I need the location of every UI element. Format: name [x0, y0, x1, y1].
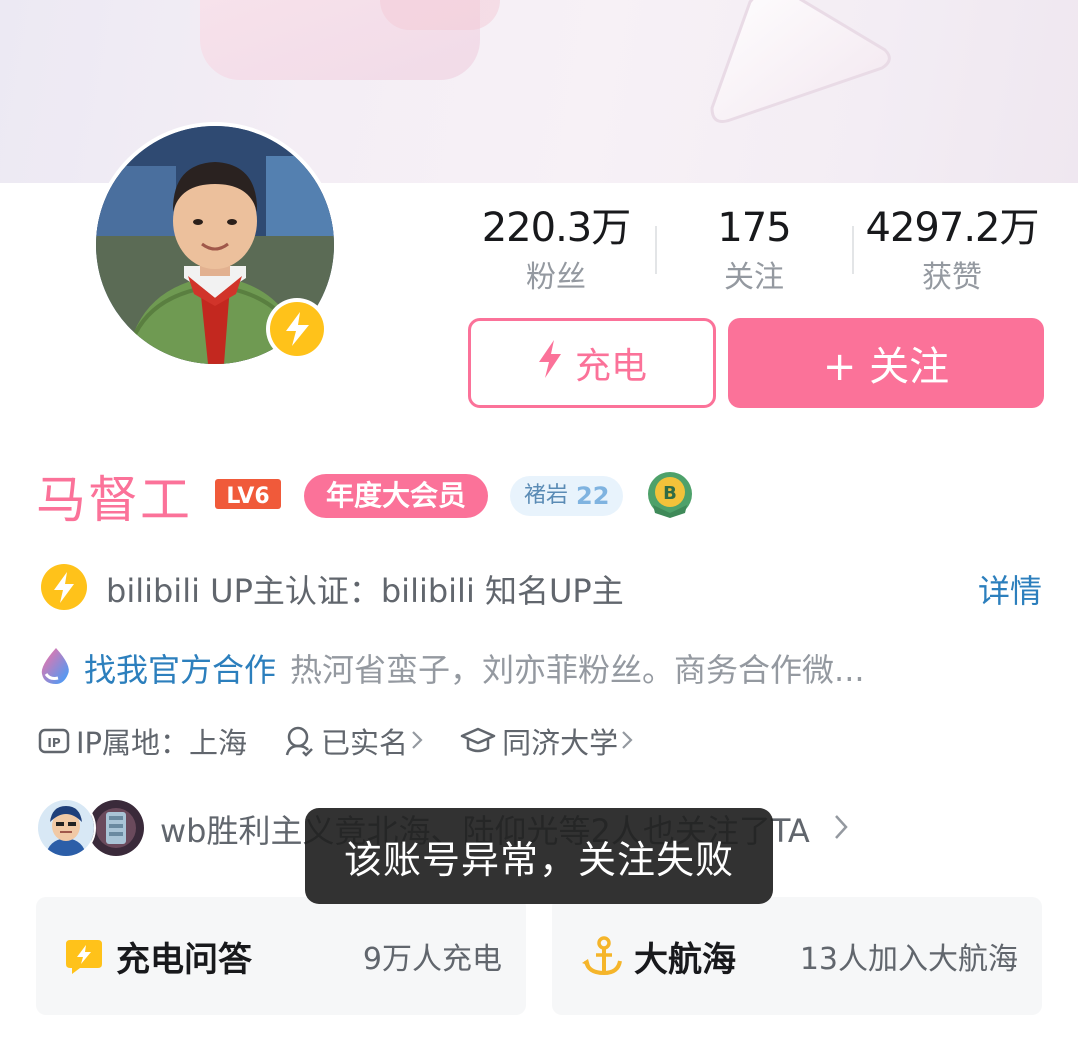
fan-medal[interactable]: 褚岩 22	[510, 476, 624, 516]
ip-icon: IP	[38, 727, 70, 755]
verification-text: bilibili UP主认证：bilibili 知名UP主	[106, 572, 624, 610]
up-verified-badge	[266, 298, 328, 360]
school-cap-icon	[460, 726, 496, 756]
bio-text: 热河省蛮子，刘亦菲粉丝。商务合作微...	[290, 651, 865, 689]
stat-following[interactable]: 175 关注	[654, 200, 854, 300]
charge-qa-card[interactable]: 充电问答 9万人充电	[36, 897, 526, 1015]
stat-likes-label: 获赞	[922, 260, 982, 295]
stat-likes-value: 4297.2万	[865, 205, 1040, 251]
error-toast: 该账号异常，关注失败	[305, 808, 773, 904]
stat-fans-label: 粉丝	[526, 260, 586, 295]
verify-bolt-icon	[40, 563, 88, 615]
charge-button-label: 充电	[574, 346, 647, 387]
charge-qa-count: 9万人充电	[362, 942, 502, 977]
username: 马督工	[36, 471, 192, 529]
voyage-card[interactable]: 大航海 13人加入大航海	[552, 897, 1042, 1015]
real-name-icon	[283, 725, 315, 757]
stats-bar: 220.3万 粉丝 175 关注 4297.2万 获赞	[456, 200, 1056, 300]
banner-triangle-shape	[710, 0, 891, 123]
real-name-text: 已实名	[321, 726, 409, 760]
stat-following-label: 关注	[724, 260, 784, 295]
official-coop-link[interactable]: 找我官方合作	[84, 645, 276, 691]
bolt-icon	[270, 302, 324, 356]
school-info[interactable]: 同济大学	[460, 720, 634, 762]
banner-shape	[380, 0, 500, 30]
bio-row[interactable]: 找我官方合作 热河省蛮子，刘亦菲粉丝。商务合作微...	[38, 644, 1048, 692]
vip-badge[interactable]: 年度大会员	[304, 474, 489, 518]
school-text: 同济大学	[502, 726, 619, 760]
mutual-avatar	[36, 798, 96, 858]
mutual-avatars	[36, 798, 148, 860]
fan-medal-level: 22	[576, 482, 610, 510]
name-row: 马督工 LV6 年度大会员 褚岩 22 B	[36, 466, 695, 529]
lv6-badge-icon: LV6	[214, 476, 282, 516]
charge-button[interactable]: 充电	[468, 318, 716, 408]
svg-text:LV6: LV6	[226, 484, 269, 509]
svg-text:IP: IP	[47, 736, 60, 750]
stat-fans-value: 220.3万	[481, 205, 632, 251]
ip-location-text: IP属地：上海	[76, 726, 248, 760]
chevron-right-icon	[620, 724, 634, 758]
coop-drop-icon	[38, 646, 74, 690]
stat-following-value: 175	[717, 205, 791, 251]
rank-medal-icon[interactable]: B	[645, 469, 695, 523]
anchor-icon	[580, 935, 622, 977]
bolt-icon	[537, 339, 563, 387]
follow-button[interactable]: + 关注	[728, 318, 1044, 408]
follow-button-label: + 关注	[822, 344, 950, 390]
stat-fans[interactable]: 220.3万 粉丝	[456, 200, 656, 300]
svg-text:B: B	[664, 483, 678, 504]
chevron-right-icon	[832, 812, 850, 846]
charge-qa-icon	[64, 936, 104, 976]
real-name-status[interactable]: 已实名	[283, 720, 424, 762]
meta-row: IP IP属地：上海 已实名 同济大学	[38, 720, 670, 762]
stat-likes[interactable]: 4297.2万 获赞	[852, 200, 1052, 300]
voyage-title: 大航海	[634, 939, 736, 980]
fan-medal-name: 褚岩	[524, 483, 569, 508]
toast-message: 该账号异常，关注失败	[343, 837, 734, 882]
ip-location: IP IP属地：上海	[38, 720, 247, 762]
verification-row: bilibili UP主认证：bilibili 知名UP主 详情	[40, 563, 1042, 615]
charge-qa-title: 充电问答	[116, 939, 252, 980]
chevron-right-icon	[410, 724, 424, 758]
voyage-count: 13人加入大航海	[799, 942, 1018, 977]
verification-detail-link[interactable]: 详情	[978, 566, 1042, 612]
avatar[interactable]	[92, 122, 338, 368]
